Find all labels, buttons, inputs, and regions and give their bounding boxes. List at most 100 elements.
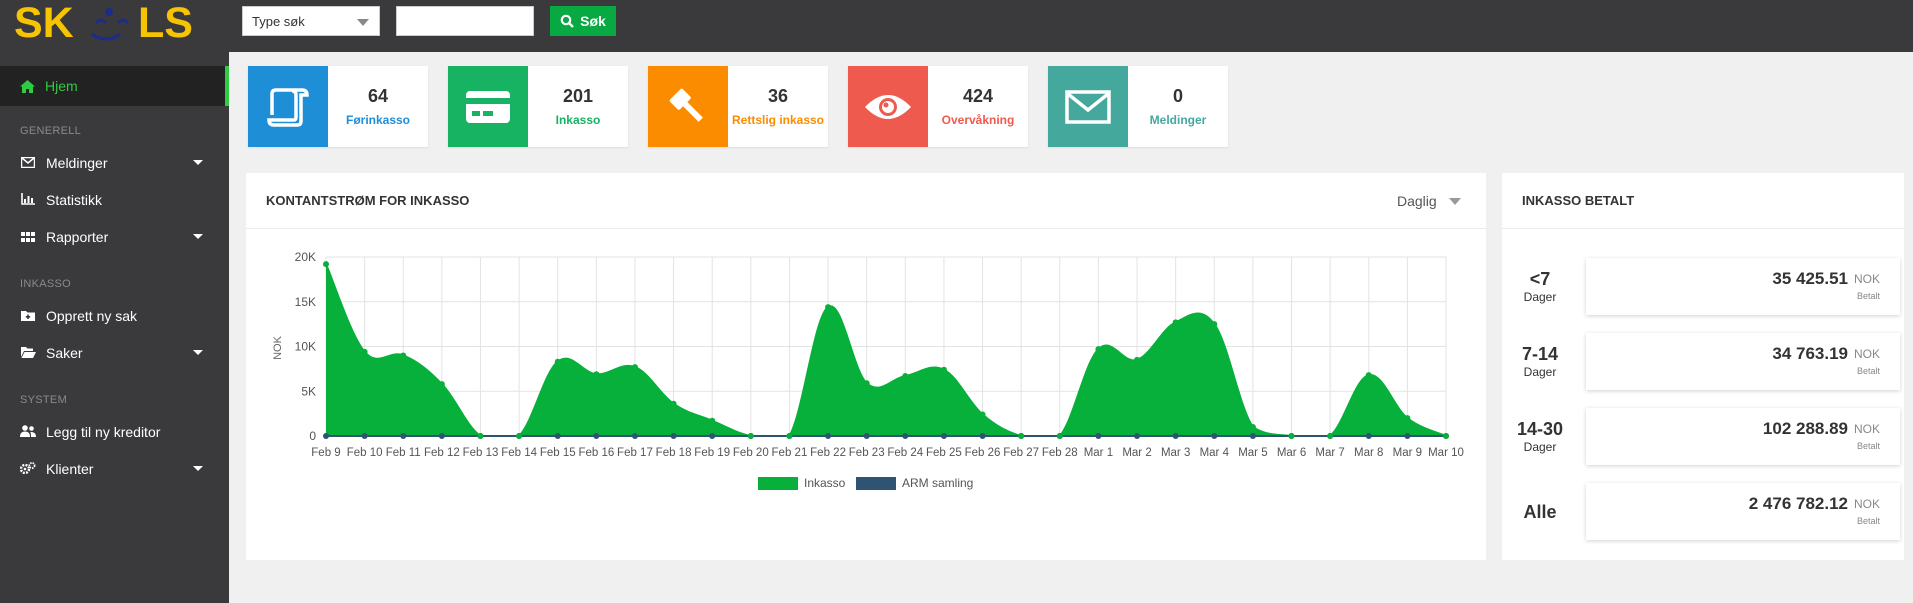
- paid-amount-card[interactable]: 2 476 782.12 NOK Betalt: [1586, 483, 1900, 540]
- search-button-label: Søk: [580, 13, 606, 29]
- stat-icon-box: [248, 66, 328, 147]
- sidebar-item-label: Meldinger: [46, 155, 108, 171]
- paid-period-label: Alle: [1500, 502, 1580, 523]
- sidebar-item-label: Statistikk: [46, 192, 103, 208]
- paid-amount: 2 476 782.12: [1748, 494, 1848, 513]
- paid-amount-card[interactable]: 35 425.51 NOK Betalt: [1586, 258, 1900, 315]
- sidebar-item-label: Opprett ny sak: [46, 308, 138, 324]
- paid-sub-label: Betalt: [1856, 291, 1880, 301]
- envelope-icon: [20, 156, 36, 171]
- eye-icon: [865, 94, 911, 119]
- paid-amount: 34 763.19: [1772, 344, 1848, 363]
- sidebar-item-label: Hjem: [45, 78, 78, 94]
- sidebar-item-opprett-ny-sak[interactable]: Opprett ny sak: [0, 298, 229, 334]
- skils-logo[interactable]: SK LS: [14, 0, 224, 48]
- stat-card-rettslig-inkasso[interactable]: 36 Rettslig inkasso: [648, 66, 828, 147]
- stat-card-forinkasso[interactable]: 64 Førinkasso: [248, 66, 428, 147]
- stat-value: 36: [767, 86, 789, 106]
- chevron-down-icon: [193, 160, 203, 165]
- stat-icon-box: [648, 66, 728, 147]
- paid-period-unit: Dager: [1523, 290, 1557, 304]
- home-icon: [20, 79, 35, 93]
- stat-card-overvakning[interactable]: 424 Overvåkning: [848, 66, 1028, 147]
- envelope-icon: [1065, 89, 1111, 124]
- period-select-label: Daglig: [1397, 193, 1437, 209]
- stat-value: 201: [562, 86, 594, 106]
- search-type-select[interactable]: Type søk: [242, 6, 380, 36]
- nav-section-header: GENERELL: [20, 125, 82, 137]
- panel-divider: [1502, 228, 1904, 229]
- sidebar-item-rapporter[interactable]: Rapporter: [0, 219, 229, 255]
- credit-card-icon: [466, 90, 510, 123]
- cashflow-title: KONTANTSTRØM FOR INKASSO: [266, 193, 470, 208]
- sidebar-item-klienter[interactable]: Klienter: [0, 451, 229, 487]
- sidebar-item-label: Klienter: [46, 461, 94, 477]
- chevron-down-icon: [193, 234, 203, 239]
- paid-sub-label: Betalt: [1856, 366, 1880, 376]
- paid-period-value: <7: [1529, 269, 1551, 289]
- logo-text-ls: LS: [138, 0, 193, 47]
- paid-amount: 102 288.89: [1762, 419, 1848, 438]
- sidebar-item-label: Rapporter: [46, 229, 109, 245]
- scroll-icon: [267, 87, 309, 127]
- stat-value: 0: [1172, 86, 1183, 106]
- paid-amount-card[interactable]: 102 288.89 NOK Betalt: [1586, 408, 1900, 465]
- sidebar-item-statistikk[interactable]: Statistikk: [0, 182, 229, 218]
- paid-period-value: Alle: [1523, 502, 1557, 522]
- stat-icon-box: [448, 66, 528, 147]
- chevron-down-icon: [357, 19, 369, 26]
- cashflow-panel: [246, 173, 1486, 560]
- paid-currency: NOK: [1853, 422, 1880, 436]
- logo-text-s: SK: [14, 0, 74, 47]
- sidebar-item-saker[interactable]: Saker: [0, 335, 229, 371]
- logo-smile-mark: [91, 18, 121, 41]
- sidebar-item-home[interactable]: Hjem: [0, 66, 229, 106]
- bar-chart-icon: [20, 192, 36, 208]
- sidebar-item-label: Legg til ny kreditor: [46, 424, 161, 440]
- chevron-down-icon: [193, 466, 203, 471]
- paid-amount-card[interactable]: 34 763.19 NOK Betalt: [1586, 333, 1900, 390]
- stat-label: Førinkasso: [345, 113, 411, 127]
- grid-icon: [20, 230, 36, 245]
- stat-label: Overvåkning: [941, 113, 1015, 127]
- stat-icon-box: [1048, 66, 1128, 147]
- panel-divider: [246, 228, 1486, 229]
- folder-plus-icon: [20, 309, 36, 324]
- top-bar: SK LS Type søk Søk: [0, 0, 1913, 52]
- sidebar-item-legg-til-ny-kreditor[interactable]: Legg til ny kreditor: [0, 414, 229, 450]
- period-select[interactable]: Daglig: [1397, 193, 1461, 209]
- stat-value: 64: [367, 86, 389, 106]
- sidebar-item-label: Saker: [46, 345, 83, 361]
- search-input[interactable]: [396, 6, 534, 36]
- paid-sub-label: Betalt: [1856, 441, 1880, 451]
- chevron-down-icon: [1448, 197, 1461, 205]
- sidebar-item-meldinger[interactable]: Meldinger: [0, 145, 229, 181]
- logo-eye-mark: [116, 18, 130, 25]
- search-type-label: Type søk: [252, 14, 305, 29]
- users-icon: [20, 424, 36, 440]
- stat-label: Meldinger: [1149, 113, 1207, 127]
- stat-card-inkasso[interactable]: 201 Inkasso: [448, 66, 628, 147]
- paid-period-label: <7 Dager: [1500, 269, 1580, 304]
- stat-label: Rettslig inkasso: [731, 113, 825, 127]
- stat-value: 424: [962, 86, 994, 106]
- gavel-icon: [669, 88, 703, 122]
- paid-period-value: 7-14: [1521, 344, 1559, 364]
- search-button[interactable]: Søk: [550, 6, 616, 36]
- stat-icon-box: [848, 66, 928, 147]
- paid-title: INKASSO BETALT: [1522, 193, 1635, 208]
- search-icon: [560, 14, 575, 28]
- paid-period-label: 14-30 Dager: [1500, 419, 1580, 454]
- paid-currency: NOK: [1853, 347, 1880, 361]
- nav-section-header: SYSTEM: [20, 394, 68, 406]
- chevron-down-icon: [193, 350, 203, 355]
- sidebar: Hjem GENERELL Meldinger Statistikk Rappo…: [0, 52, 229, 603]
- folder-open-icon: [20, 346, 36, 361]
- paid-period-unit: Dager: [1523, 440, 1557, 454]
- paid-currency: NOK: [1853, 497, 1880, 511]
- gears-icon: [19, 461, 36, 477]
- paid-period-unit: Dager: [1523, 365, 1557, 379]
- stat-card-meldinger[interactable]: 0 Meldinger: [1048, 66, 1228, 147]
- stat-label: Inkasso: [555, 113, 601, 127]
- paid-sub-label: Betalt: [1856, 516, 1880, 526]
